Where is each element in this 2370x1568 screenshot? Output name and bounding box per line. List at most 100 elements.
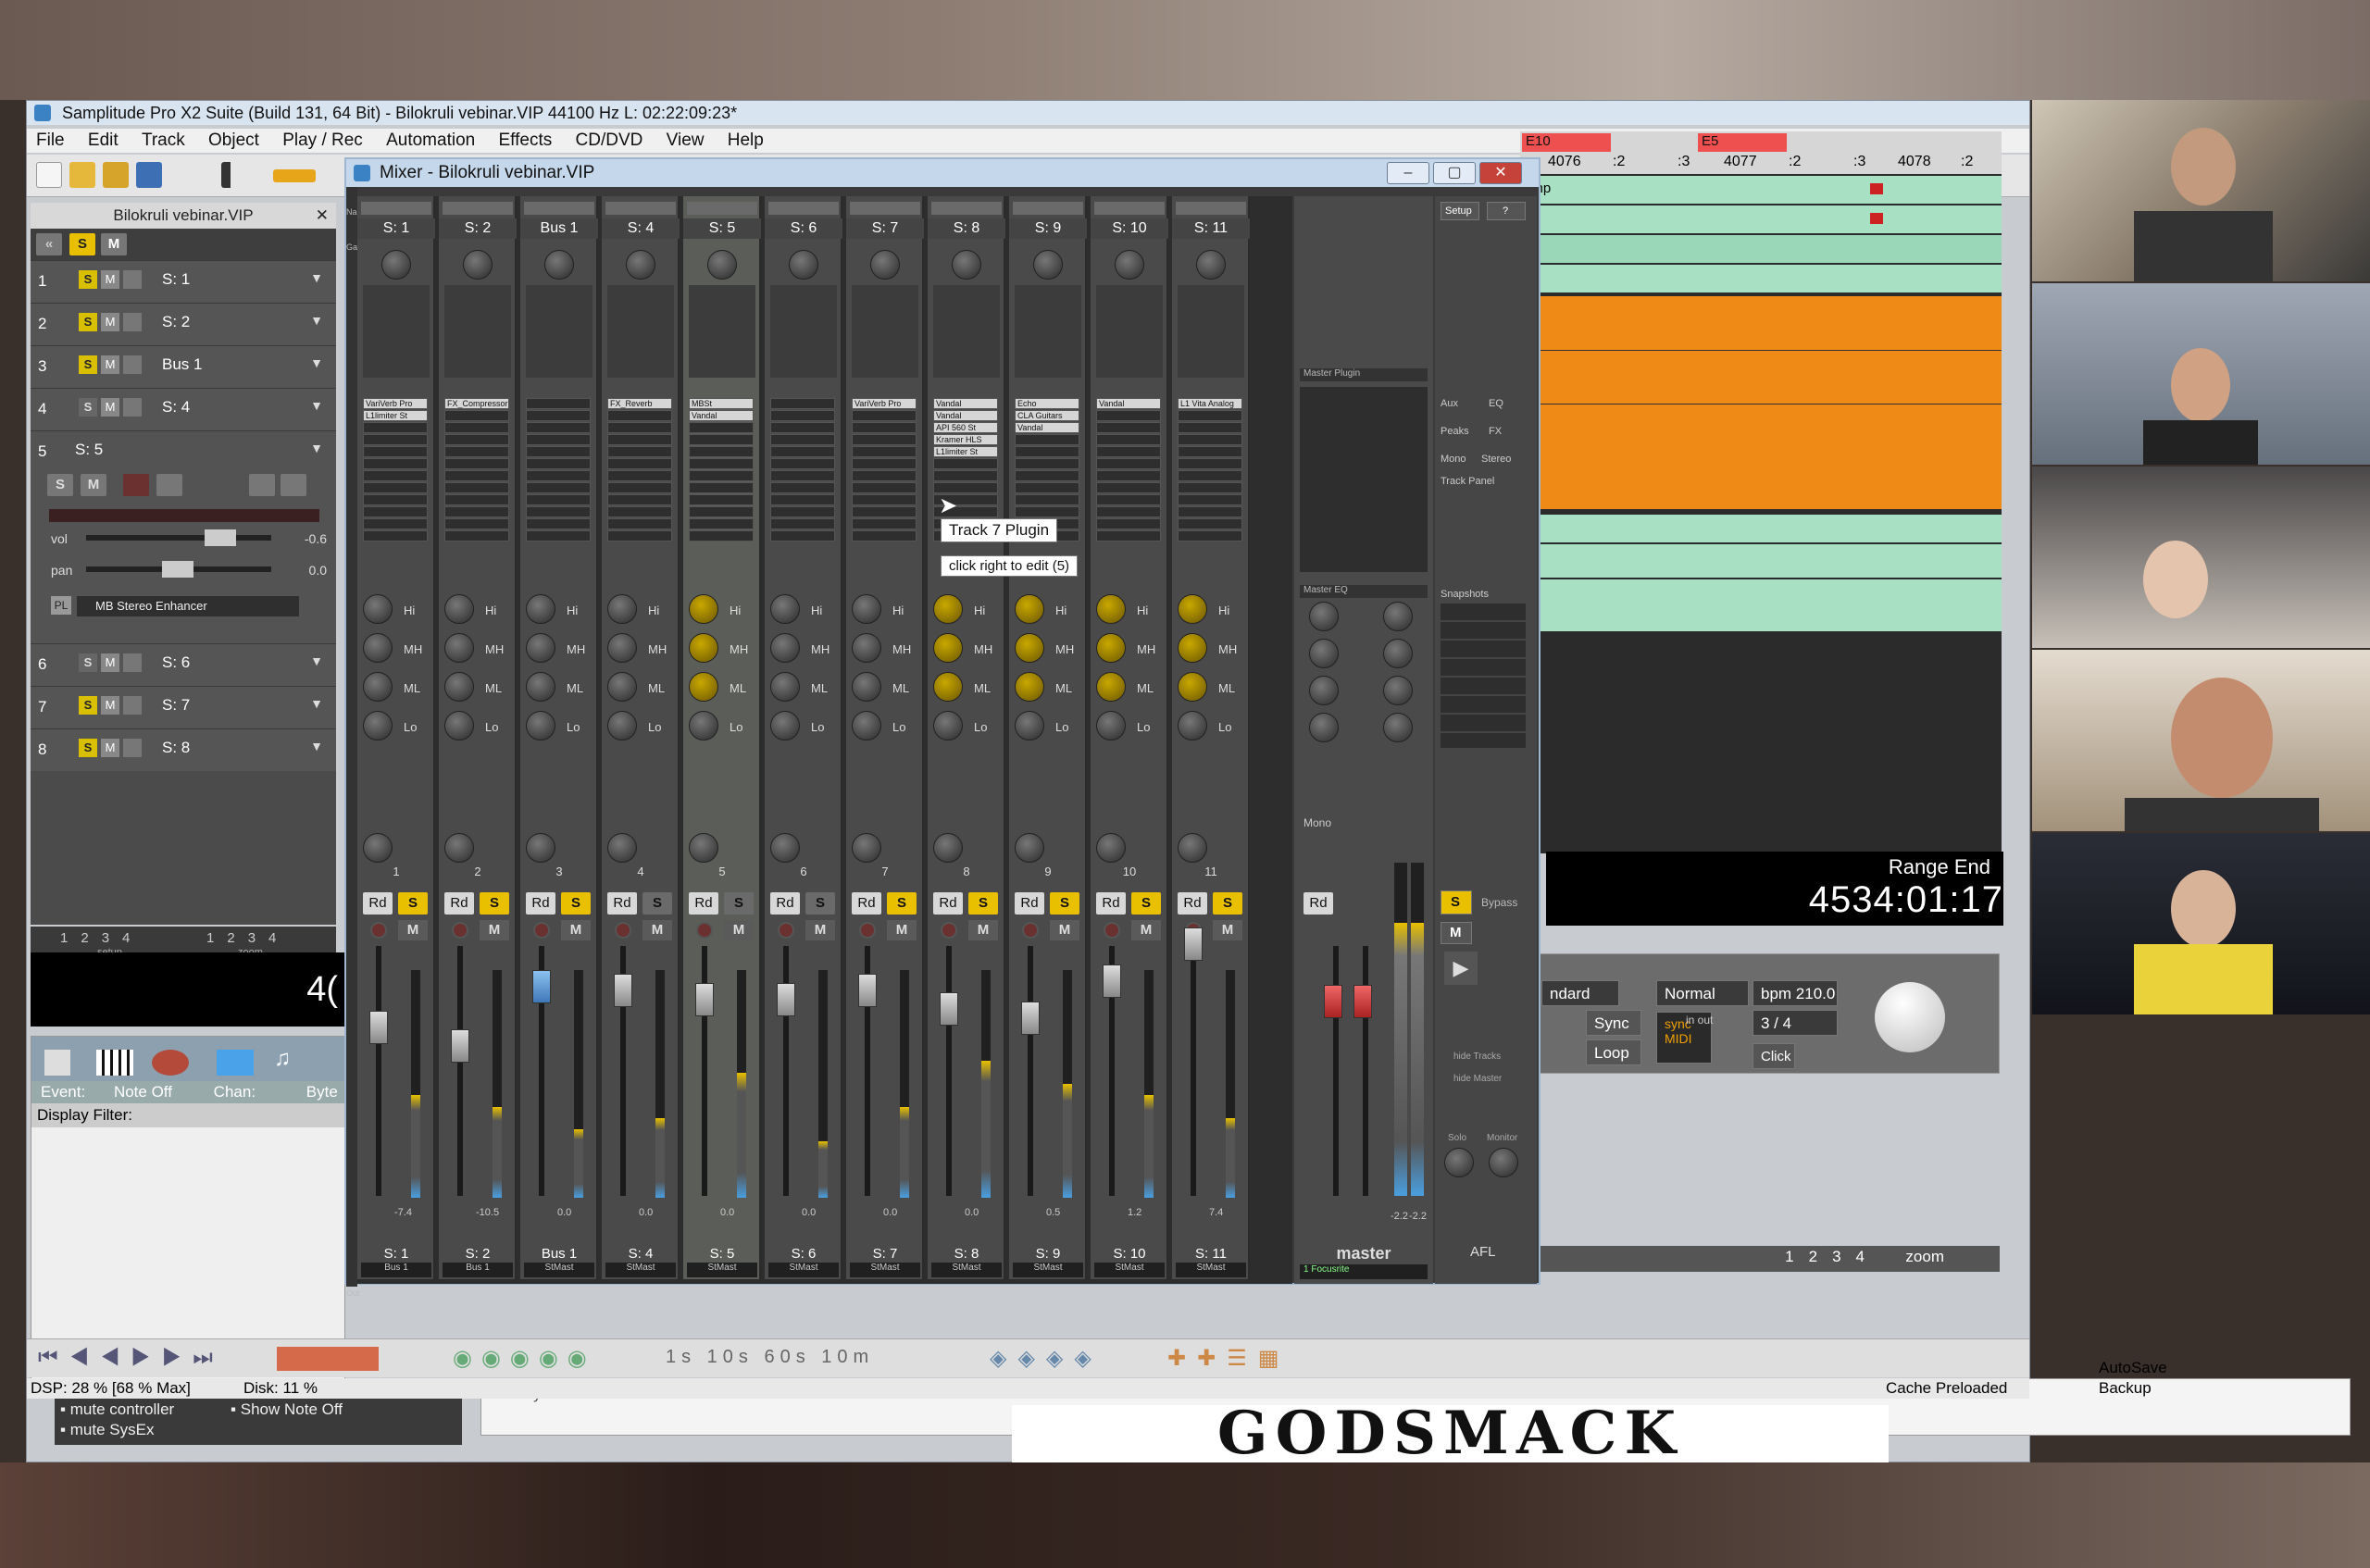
mute-button[interactable]: M bbox=[101, 398, 119, 417]
plugin-slot[interactable]: FX_Compressor bbox=[444, 398, 509, 409]
close-button[interactable]: ✕ bbox=[1479, 162, 1522, 184]
plugin-slot[interactable] bbox=[1015, 506, 1079, 517]
plugin-slot[interactable] bbox=[444, 446, 509, 457]
eq-gain-knob[interactable] bbox=[607, 672, 637, 702]
menu-effects[interactable]: Effects bbox=[490, 129, 562, 153]
snap-icons[interactable]: 1s 10s 60s 10m bbox=[666, 1347, 874, 1368]
solo-button[interactable]: S bbox=[480, 892, 509, 915]
chevron-down-icon[interactable]: ▼ bbox=[310, 398, 323, 413]
mute-button[interactable]: M bbox=[101, 739, 119, 757]
zoom-tool-icons[interactable]: ◈◈◈◈ bbox=[990, 1345, 1103, 1372]
aux-section[interactable] bbox=[770, 285, 837, 378]
plugin-slot[interactable] bbox=[363, 494, 428, 505]
eq-gain-knob[interactable] bbox=[1178, 711, 1207, 740]
collapse-icon[interactable]: « bbox=[36, 233, 62, 255]
plugin-slot[interactable] bbox=[526, 494, 591, 505]
plugin-slot[interactable] bbox=[852, 506, 917, 517]
gain-knob[interactable] bbox=[544, 250, 574, 280]
menu-cd-dvd[interactable]: CD/DVD bbox=[567, 129, 653, 153]
hide-tracks-checkbox[interactable]: hide Tracks bbox=[1453, 1052, 1501, 1062]
volume-fader[interactable] bbox=[695, 983, 714, 1016]
plugin-slot[interactable] bbox=[1096, 506, 1161, 517]
eq-gain-knob[interactable] bbox=[852, 672, 881, 702]
eq-gain-knob[interactable] bbox=[852, 711, 881, 740]
gain-knob[interactable] bbox=[463, 250, 493, 280]
eq-gain-knob[interactable] bbox=[363, 672, 393, 702]
plugin-slot[interactable] bbox=[852, 494, 917, 505]
strip-name[interactable]: S: 8 bbox=[928, 1245, 1005, 1263]
strip-input[interactable] bbox=[1013, 202, 1083, 215]
strip-output[interactable]: StMast bbox=[931, 1263, 1002, 1277]
gain-knob[interactable] bbox=[1115, 250, 1144, 280]
eq-gain-knob[interactable] bbox=[444, 633, 474, 663]
solo-button[interactable]: S bbox=[47, 474, 73, 496]
pan-slider-handle[interactable] bbox=[162, 561, 193, 578]
extra-tool-icons[interactable]: ✚✚☰▦ bbox=[1167, 1345, 1290, 1372]
solo-button[interactable]: S bbox=[79, 355, 97, 374]
plugin-slot[interactable] bbox=[526, 446, 591, 457]
plugin-slot[interactable] bbox=[1096, 482, 1161, 493]
aux-section[interactable] bbox=[1178, 285, 1244, 378]
track-row[interactable]: 2 S M S: 2 ▼ bbox=[31, 303, 336, 345]
solo-button[interactable]: S bbox=[398, 892, 428, 915]
eq-gain-knob[interactable] bbox=[689, 711, 718, 740]
gain-knob[interactable] bbox=[626, 250, 655, 280]
eq-gain-knob[interactable] bbox=[689, 672, 718, 702]
plugin-slot[interactable] bbox=[444, 482, 509, 493]
eq-gain-knob[interactable] bbox=[526, 633, 555, 663]
plugin-slot[interactable]: Vandal bbox=[1096, 398, 1161, 409]
menu-play-rec[interactable]: Play / Rec bbox=[273, 129, 372, 153]
eq-gain-knob[interactable] bbox=[933, 594, 963, 624]
eq-gain-knob[interactable] bbox=[1015, 672, 1044, 702]
plugin-slot[interactable] bbox=[607, 506, 672, 517]
eq-gain-knob[interactable] bbox=[1096, 711, 1126, 740]
plugin-slot[interactable] bbox=[444, 530, 509, 541]
close-tab-icon[interactable]: ✕ bbox=[316, 203, 329, 229]
solo-button[interactable]: S bbox=[79, 653, 97, 672]
eq-gain-knob[interactable] bbox=[1015, 711, 1044, 740]
plugin-slot[interactable] bbox=[770, 398, 835, 409]
record-arm-button[interactable] bbox=[370, 922, 387, 939]
aux-section[interactable] bbox=[689, 285, 755, 378]
setup-button[interactable]: Setup bbox=[1441, 202, 1479, 220]
strip-name[interactable]: S: 2 bbox=[439, 1245, 517, 1263]
strip-name-top[interactable]: S: 5 bbox=[683, 218, 761, 239]
master-plugin-slots[interactable] bbox=[1300, 387, 1428, 572]
plugin-slot[interactable] bbox=[526, 518, 591, 529]
plugin-slot[interactable] bbox=[526, 458, 591, 469]
read-button[interactable]: Rd bbox=[1096, 892, 1126, 915]
solo-button[interactable]: S bbox=[805, 892, 835, 915]
plugin-slot[interactable] bbox=[852, 458, 917, 469]
plugin-slot[interactable] bbox=[607, 470, 672, 481]
bpm-field[interactable]: bpm 210.0 bbox=[1753, 980, 1838, 1006]
plugin-slot[interactable] bbox=[689, 422, 754, 433]
plugin-slot[interactable] bbox=[1015, 434, 1079, 445]
plugin-slot[interactable] bbox=[1178, 410, 1242, 421]
object-handle[interactable] bbox=[1870, 183, 1883, 194]
plugin-slot[interactable] bbox=[607, 434, 672, 445]
plugin-slot[interactable] bbox=[1178, 422, 1242, 433]
eq-button[interactable]: EQ bbox=[1489, 398, 1503, 409]
pan-slider[interactable] bbox=[86, 561, 271, 578]
mute-sysex-checkbox[interactable]: ▪ mute SysEx bbox=[60, 1421, 154, 1439]
plugin-slot[interactable] bbox=[852, 410, 917, 421]
eq-gain-knob[interactable] bbox=[1178, 672, 1207, 702]
strip-output[interactable]: StMast bbox=[1094, 1263, 1165, 1277]
menu-automation[interactable]: Automation bbox=[377, 129, 484, 153]
strip-name[interactable]: S: 6 bbox=[765, 1245, 842, 1263]
master-eq-knob[interactable] bbox=[1383, 713, 1413, 742]
plugin-badge[interactable]: PL bbox=[51, 596, 71, 615]
mute-button[interactable]: M bbox=[101, 355, 119, 374]
eq-gain-knob[interactable] bbox=[770, 711, 800, 740]
master-eq-knob[interactable] bbox=[1383, 602, 1413, 631]
solo-button[interactable]: S bbox=[724, 892, 754, 915]
strip-input[interactable] bbox=[605, 202, 676, 215]
open-project-icon[interactable] bbox=[103, 162, 129, 188]
mute-button[interactable]: M bbox=[1050, 920, 1079, 940]
mute-button[interactable]: M bbox=[1213, 920, 1242, 940]
plugin-slot[interactable] bbox=[1096, 434, 1161, 445]
chevron-down-icon[interactable]: ▼ bbox=[310, 739, 323, 753]
plugin-slot[interactable]: API 560 St bbox=[933, 422, 998, 433]
marker-e5[interactable]: E5 bbox=[1698, 133, 1787, 152]
strip-name-top[interactable]: S: 10 bbox=[1091, 218, 1168, 239]
